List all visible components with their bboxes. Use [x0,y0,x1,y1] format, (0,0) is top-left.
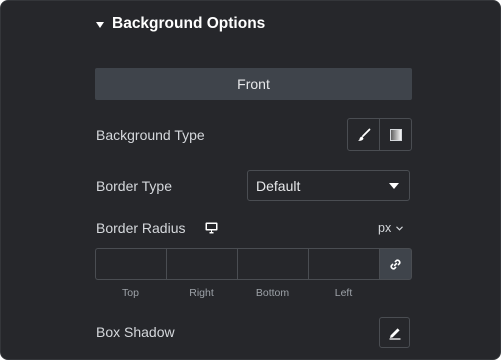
responsive-device-button[interactable] [205,221,218,239]
background-gradient-button[interactable] [379,119,411,150]
border-radius-inputs [95,248,412,280]
box-shadow-edit-button[interactable] [379,317,410,348]
background-options-panel: Background Options Front Background Type [0,0,501,360]
brush-icon [357,128,370,141]
section-toggle[interactable]: Background Options [96,15,265,33]
radius-bottom-input[interactable] [237,248,308,280]
link-icon [390,258,401,270]
section-title: Background Options [112,15,266,32]
background-type-choices [347,118,412,151]
gradient-icon [389,128,402,141]
link-values-button[interactable] [379,248,412,280]
radius-right-input[interactable] [166,248,237,280]
border-type-value: Default [256,177,301,194]
border-type-label: Border Type [96,178,173,194]
radius-bottom-label: Bottom [255,287,290,299]
radius-top-label: Top [122,287,139,299]
radius-left-label: Left [334,287,353,299]
background-type-label: Background Type [96,127,205,143]
tab-front-label: Front [237,76,270,92]
unit-select[interactable]: px [378,221,404,235]
box-shadow-label: Box Shadow [96,324,175,340]
tab-front[interactable]: Front [95,68,412,100]
border-radius-label: Border Radius [96,220,186,236]
radius-right-label: Right [189,287,214,299]
desktop-monitor-icon [205,222,218,234]
background-classic-button[interactable] [348,119,379,150]
radius-left-input[interactable] [308,248,379,280]
radius-top-input[interactable] [95,248,166,280]
pencil-icon [389,327,400,340]
unit-value: px [378,221,392,235]
border-type-select[interactable]: Default [247,170,410,201]
chevron-down-icon [389,182,399,189]
chevron-down-icon [396,225,404,231]
caret-down-icon [96,21,104,28]
